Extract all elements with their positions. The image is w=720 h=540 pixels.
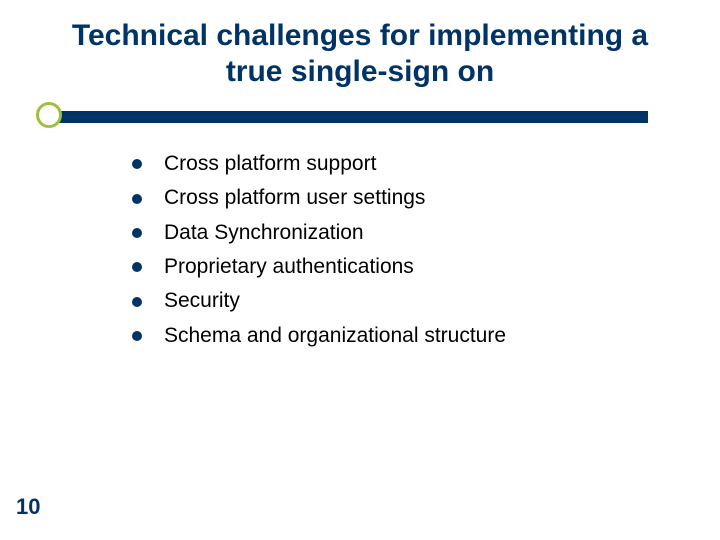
bullet-icon [132, 262, 142, 272]
page-number: 10 [16, 494, 40, 520]
bullet-text: Schema and organizational structure [164, 322, 506, 350]
circle-icon [36, 102, 62, 128]
list-item: Security [132, 287, 720, 315]
list-item: Cross platform user settings [132, 184, 720, 212]
slide-title: Technical challenges for implementing a … [0, 0, 720, 90]
bullet-list: Cross platform support Cross platform us… [0, 150, 720, 350]
bullet-text: Proprietary authentications [164, 253, 414, 281]
bullet-text: Cross platform support [164, 150, 376, 178]
bullet-text: Cross platform user settings [164, 184, 425, 212]
list-item: Proprietary authentications [132, 253, 720, 281]
bullet-icon [132, 228, 142, 238]
bullet-icon [132, 331, 142, 341]
bullet-text: Security [164, 287, 240, 315]
list-item: Data Synchronization [132, 219, 720, 247]
bullet-icon [132, 297, 142, 307]
list-item: Cross platform support [132, 150, 720, 178]
bullet-text: Data Synchronization [164, 219, 364, 247]
bullet-icon [132, 194, 142, 204]
list-item: Schema and organizational structure [132, 322, 720, 350]
divider-bar [54, 111, 648, 123]
bullet-icon [132, 159, 142, 169]
